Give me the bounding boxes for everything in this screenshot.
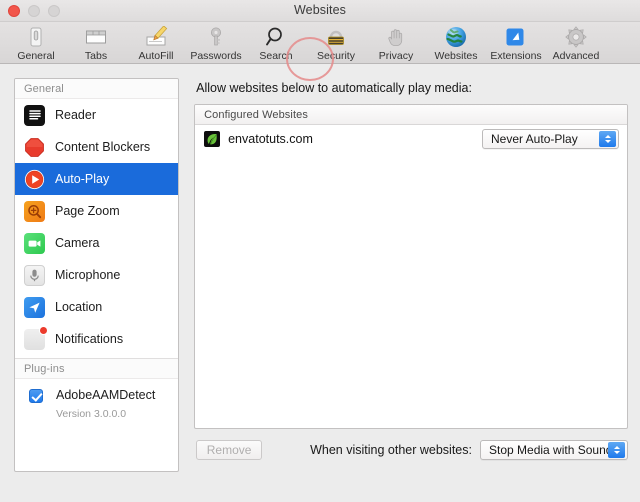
sidebar-section-header-general: General [15, 79, 179, 99]
sidebar-item-reader[interactable]: Reader [15, 99, 178, 131]
general-icon [23, 25, 49, 49]
column-header-label: Configured Websites [204, 108, 308, 121]
configured-websites-table: Configured Websites envatotuts.com Never… [194, 104, 628, 429]
key-icon [203, 25, 229, 49]
camera-icon [24, 232, 45, 254]
play-circle-icon [24, 169, 45, 190]
toolbar-item-websites[interactable]: Websites [426, 24, 486, 64]
sidebar-item-auto-play[interactable]: Auto-Play [15, 163, 179, 195]
sidebar-item-label: Reader [55, 108, 96, 122]
safari-preferences-window: Websites General Tabs AutoFill Passwords… [0, 0, 640, 502]
sidebar-item-label: Microphone [55, 268, 121, 282]
sidebar-item-location[interactable]: Location [15, 291, 178, 323]
page-zoom-icon [24, 200, 45, 222]
plugin-checkbox[interactable] [29, 389, 43, 403]
window-title: Websites [294, 3, 346, 17]
title-bar: Websites [0, 0, 640, 22]
remove-button[interactable]: Remove [196, 440, 263, 460]
gear-icon [563, 25, 589, 49]
toolbar-item-autofill[interactable]: AutoFill [126, 24, 186, 64]
sidebar-item-page-zoom[interactable]: Page Zoom [15, 195, 178, 227]
site-autoplay-value: Never Auto-Play [491, 132, 578, 146]
toolbar-label: Websites [434, 50, 478, 62]
stop-sign-icon [24, 137, 45, 158]
plugin-row-adobeaamdetect[interactable]: AdobeAAMDetect Version 3.0.0.0 [15, 379, 178, 422]
autofill-icon [143, 25, 169, 49]
sidebar-item-label: Location [55, 300, 103, 314]
magnifier-icon [263, 25, 289, 49]
toolbar-label: Security [317, 50, 355, 62]
toolbar-item-advanced[interactable]: Advanced [546, 24, 606, 64]
sidebar-item-notifications[interactable]: Notifications [15, 323, 178, 355]
toolbar-item-general[interactable]: General [6, 24, 66, 64]
sidebar-item-microphone[interactable]: Microphone [15, 259, 178, 291]
toolbar-label: Privacy [378, 50, 414, 62]
tabs-icon [83, 25, 109, 49]
sidebar-item-label: Auto-Play [55, 172, 110, 186]
toolbar-item-privacy[interactable]: Privacy [366, 24, 426, 64]
puzzle-icon [503, 25, 529, 49]
site-autoplay-select[interactable]: Never Auto-Play [482, 129, 619, 149]
toolbar-label: Advanced [552, 50, 600, 62]
sidebar-item-label: Content Blockers [55, 140, 151, 154]
notifications-icon [24, 325, 48, 350]
table-row[interactable]: envatotuts.com Never Auto-Play [195, 125, 627, 153]
site-name: envatotuts.com [228, 132, 313, 146]
location-arrow-icon [24, 296, 45, 318]
plugin-version: Version 3.0.0.0 [56, 408, 127, 420]
settings-sidebar: General Reader Content Blockers Auto-Pla… [14, 78, 180, 472]
sidebar-section-header-plugins: Plug-ins [15, 358, 179, 379]
toolbar-label: Extensions [490, 50, 542, 62]
pane-footer-controls: Remove When visiting other websites: Sto… [194, 440, 628, 460]
table-column-header: Configured Websites [195, 105, 627, 125]
sidebar-item-label: Notifications [55, 332, 124, 346]
toolbar-item-extensions[interactable]: Extensions [486, 24, 546, 64]
sidebar-item-content-blockers[interactable]: Content Blockers [15, 131, 178, 163]
microphone-icon [24, 264, 45, 286]
preferences-content: General Reader Content Blockers Auto-Pla… [0, 64, 640, 502]
toolbar-label: AutoFill [138, 50, 174, 62]
reader-icon [24, 104, 45, 126]
toolbar-item-security[interactable]: Security [306, 24, 366, 64]
toolbar-item-passwords[interactable]: Passwords [186, 24, 246, 64]
toolbar-label: Search [259, 50, 293, 62]
sidebar-item-label: Camera [55, 236, 100, 250]
hand-icon [383, 25, 409, 49]
toolbar-label: Tabs [84, 50, 108, 62]
visiting-other-websites-select[interactable]: Stop Media with Sound [480, 440, 628, 460]
auto-play-pane: Allow websites below to automatically pl… [179, 78, 628, 502]
toolbar-item-tabs[interactable]: Tabs [66, 24, 126, 64]
toolbar-item-search[interactable]: Search [246, 24, 306, 64]
sidebar-item-camera[interactable]: Camera [15, 227, 178, 259]
toolbar-label: General [17, 50, 55, 62]
lock-icon [323, 25, 349, 49]
visiting-other-websites-value: Stop Media with Sound [489, 443, 613, 457]
pane-description: Allow websites below to automatically pl… [196, 81, 472, 95]
sidebar-item-label: Page Zoom [55, 204, 120, 218]
leaf-icon [204, 131, 221, 147]
preferences-toolbar: General Tabs AutoFill Passwords Search S… [0, 22, 640, 81]
plugin-name: AdobeAAMDetect [56, 388, 156, 402]
toolbar-label: Passwords [190, 50, 242, 62]
chevron-updown-icon [599, 131, 616, 147]
chevron-updown-icon [608, 442, 625, 458]
globe-icon [443, 25, 469, 49]
visiting-other-websites-label: When visiting other websites: [310, 443, 472, 457]
